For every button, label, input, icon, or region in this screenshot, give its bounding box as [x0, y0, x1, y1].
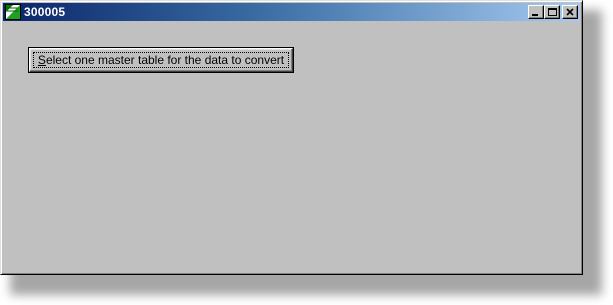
title-bar[interactable]: 300005: [3, 3, 580, 21]
button-focus-rect: Select one master table for the data to …: [33, 52, 289, 68]
app-window: 300005 Select one master table for the d…: [0, 0, 583, 275]
maximize-button[interactable]: [544, 5, 560, 19]
minimize-icon: [532, 14, 538, 16]
maximize-icon: [548, 8, 557, 16]
button-label: elect one master table for the data to c…: [45, 53, 285, 67]
window-title: 300005: [24, 5, 66, 19]
app-icon[interactable]: [5, 4, 21, 20]
close-icon: [566, 8, 574, 16]
button-accel-char: S: [37, 53, 46, 67]
title-bar-controls: [528, 5, 578, 19]
close-button[interactable]: [562, 5, 578, 19]
select-master-table-button[interactable]: Select one master table for the data to …: [28, 47, 294, 73]
client-area: Select one master table for the data to …: [3, 22, 580, 272]
minimize-button[interactable]: [528, 5, 544, 19]
